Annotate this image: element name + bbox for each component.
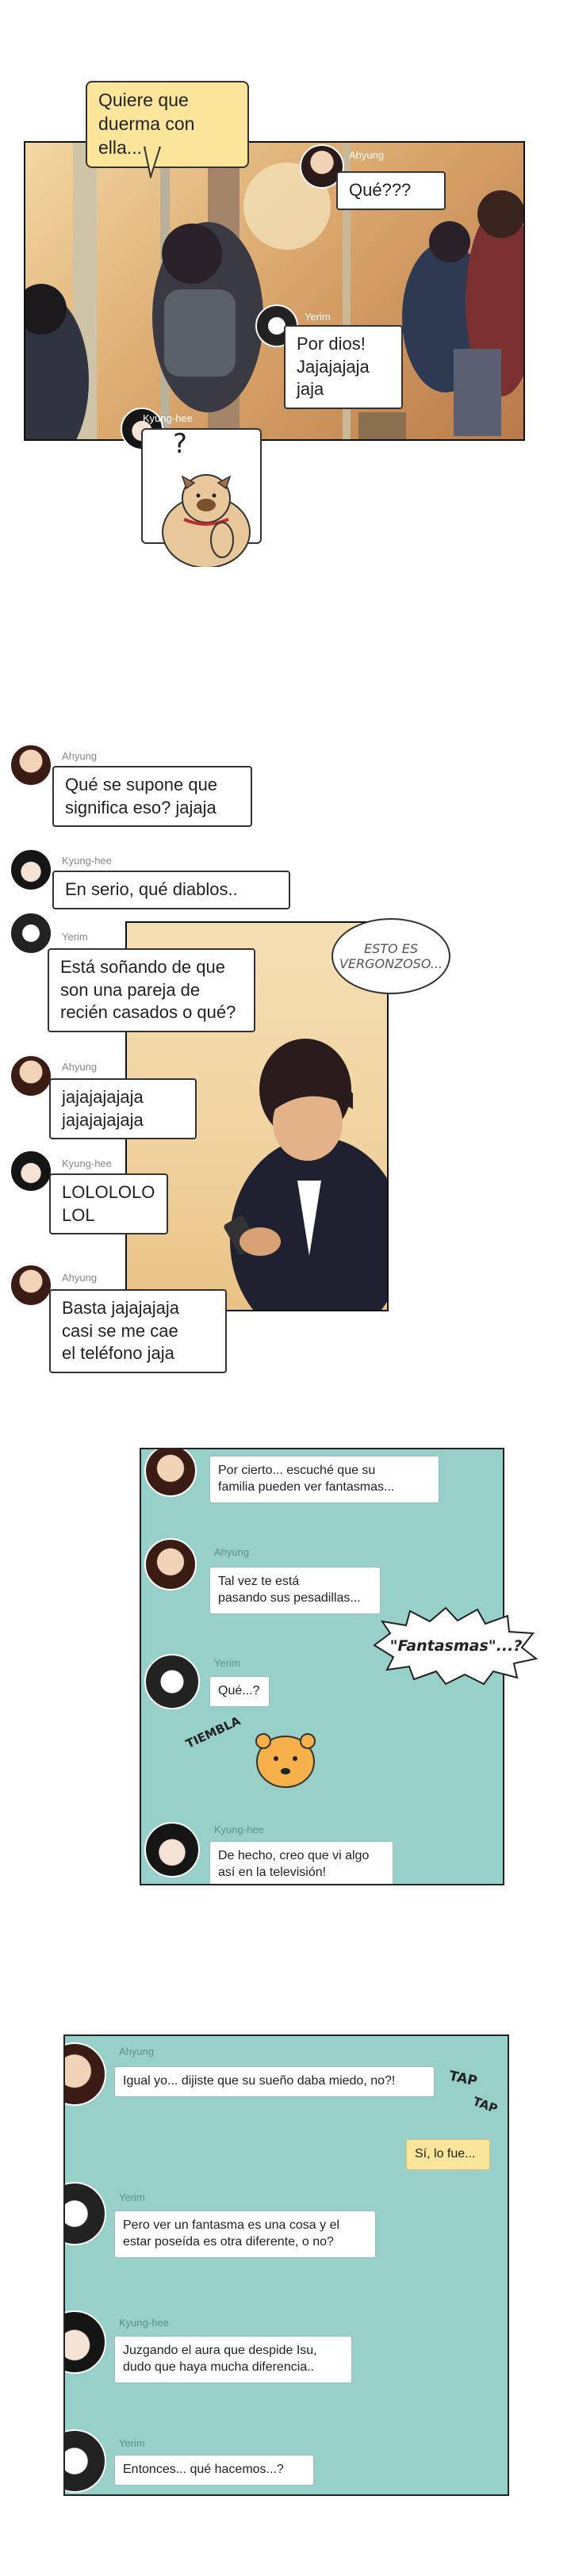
- pug-sticker: [162, 473, 251, 568]
- chat-bubble-por-dios: Por dios! Jajajajaja jaja: [284, 325, 403, 409]
- chat-bubble: Tal vez te está pasando sus pesadillas..…: [209, 1567, 381, 1614]
- sender-name: Kyung-hee: [62, 855, 112, 867]
- avatar-kyung-hee: [10, 848, 52, 891]
- chat-bubble: Entonces... qué hacemos...?: [114, 2455, 314, 2486]
- chat-bubble: En serio, qué diablos..: [52, 871, 290, 909]
- avatar-yerim: [10, 912, 52, 955]
- tiembla-sfx: TIEMBLA: [183, 1713, 243, 1751]
- avatar-yerim: [144, 1654, 200, 1709]
- sender-name: Yerim: [214, 1657, 240, 1669]
- chat-bubble: Pero ver un fantasma es una cosa y el es…: [114, 2210, 376, 2258]
- chat-bubble: jajajajajaja jajajajajaja: [49, 1078, 197, 1140]
- chat-bubble: Igual yo... dijiste que su sueño daba mi…: [114, 2066, 435, 2097]
- bubble-tail: [143, 147, 162, 178]
- thought-bubble: ESTO ES VERGONZOSO...: [331, 918, 450, 994]
- sender-name: Kyung-hee: [62, 1158, 112, 1169]
- avatar-ahyung: [10, 744, 52, 787]
- avatar-ahyung: [10, 1264, 52, 1307]
- chat-bubble: Qué se supone que significa eso? jajaja: [52, 766, 252, 828]
- sender-name: Ahyung: [214, 1546, 250, 1558]
- avatar-kyung-hee: [10, 1150, 52, 1192]
- avatar-ahyung: [144, 1538, 197, 1590]
- thought-text: ESTO ES VERGONZOSO...: [339, 941, 443, 971]
- avatar-yerim: [65, 2429, 106, 2493]
- trembling-bear-sticker: [255, 1733, 316, 1788]
- chat-bubble: Basta jajajajaja casi se me cae el teléf…: [49, 1289, 227, 1373]
- sender-name: Yerim: [62, 931, 88, 943]
- chat-panel-3: Ahyung Igual yo... dijiste que su sueño …: [63, 2034, 509, 2496]
- sender-name: Yerim: [119, 2191, 145, 2203]
- avatar-kyung-hee: [65, 2310, 106, 2374]
- chat-bubble-que: Qué???: [336, 171, 446, 210]
- avatar-ahyung: [65, 2042, 106, 2106]
- sender-name: Kyung-hee: [119, 2317, 169, 2329]
- avatar-kyung-hee: [144, 1822, 200, 1877]
- chat-bubble: Juzgando el aura que despide Isu, dudo q…: [114, 2336, 352, 2383]
- sender-name: Kyung-hee: [143, 412, 193, 424]
- sender-name: Ahyung: [62, 1061, 98, 1073]
- question-mark: ?: [173, 428, 188, 460]
- reply-bubble: Sí, lo fue...: [406, 2139, 490, 2170]
- train-scene-illustration: [25, 143, 523, 439]
- sender-name: Ahyung: [119, 2046, 155, 2057]
- chat-bubble: De hecho, creo que vi algo así en la tel…: [209, 1841, 393, 1884]
- fantasmas-shout: "Fantasmas"...?: [389, 1622, 523, 1670]
- sender-name: Ahyung: [62, 1272, 98, 1284]
- chat-bubble: Por cierto... escuché que su familia pue…: [209, 1456, 439, 1503]
- sender-name: Ahyung: [62, 750, 98, 762]
- sender-name: Ahyung: [349, 149, 385, 161]
- chat-bubble: LOLOLOLO LOL: [49, 1173, 168, 1235]
- avatar-yerim: [65, 2182, 106, 2245]
- sender-name: Kyung-hee: [214, 1824, 264, 1835]
- shout-text: "Fantasmas"...?: [389, 1637, 523, 1655]
- narration-bubble: Quiere que duerma con ella...: [86, 81, 249, 168]
- chat-bubble: Qué...?: [209, 1676, 270, 1707]
- train-panel: [24, 141, 525, 441]
- avatar-ahyung: [144, 1449, 197, 1497]
- sender-name: Yerim: [119, 2437, 145, 2449]
- sticker-bubble: [141, 428, 262, 568]
- avatar-ahyung: [10, 1055, 52, 1097]
- sender-name: Yerim: [305, 311, 331, 323]
- chat-bubble: Está soñando de que son una pareja de re…: [48, 948, 255, 1032]
